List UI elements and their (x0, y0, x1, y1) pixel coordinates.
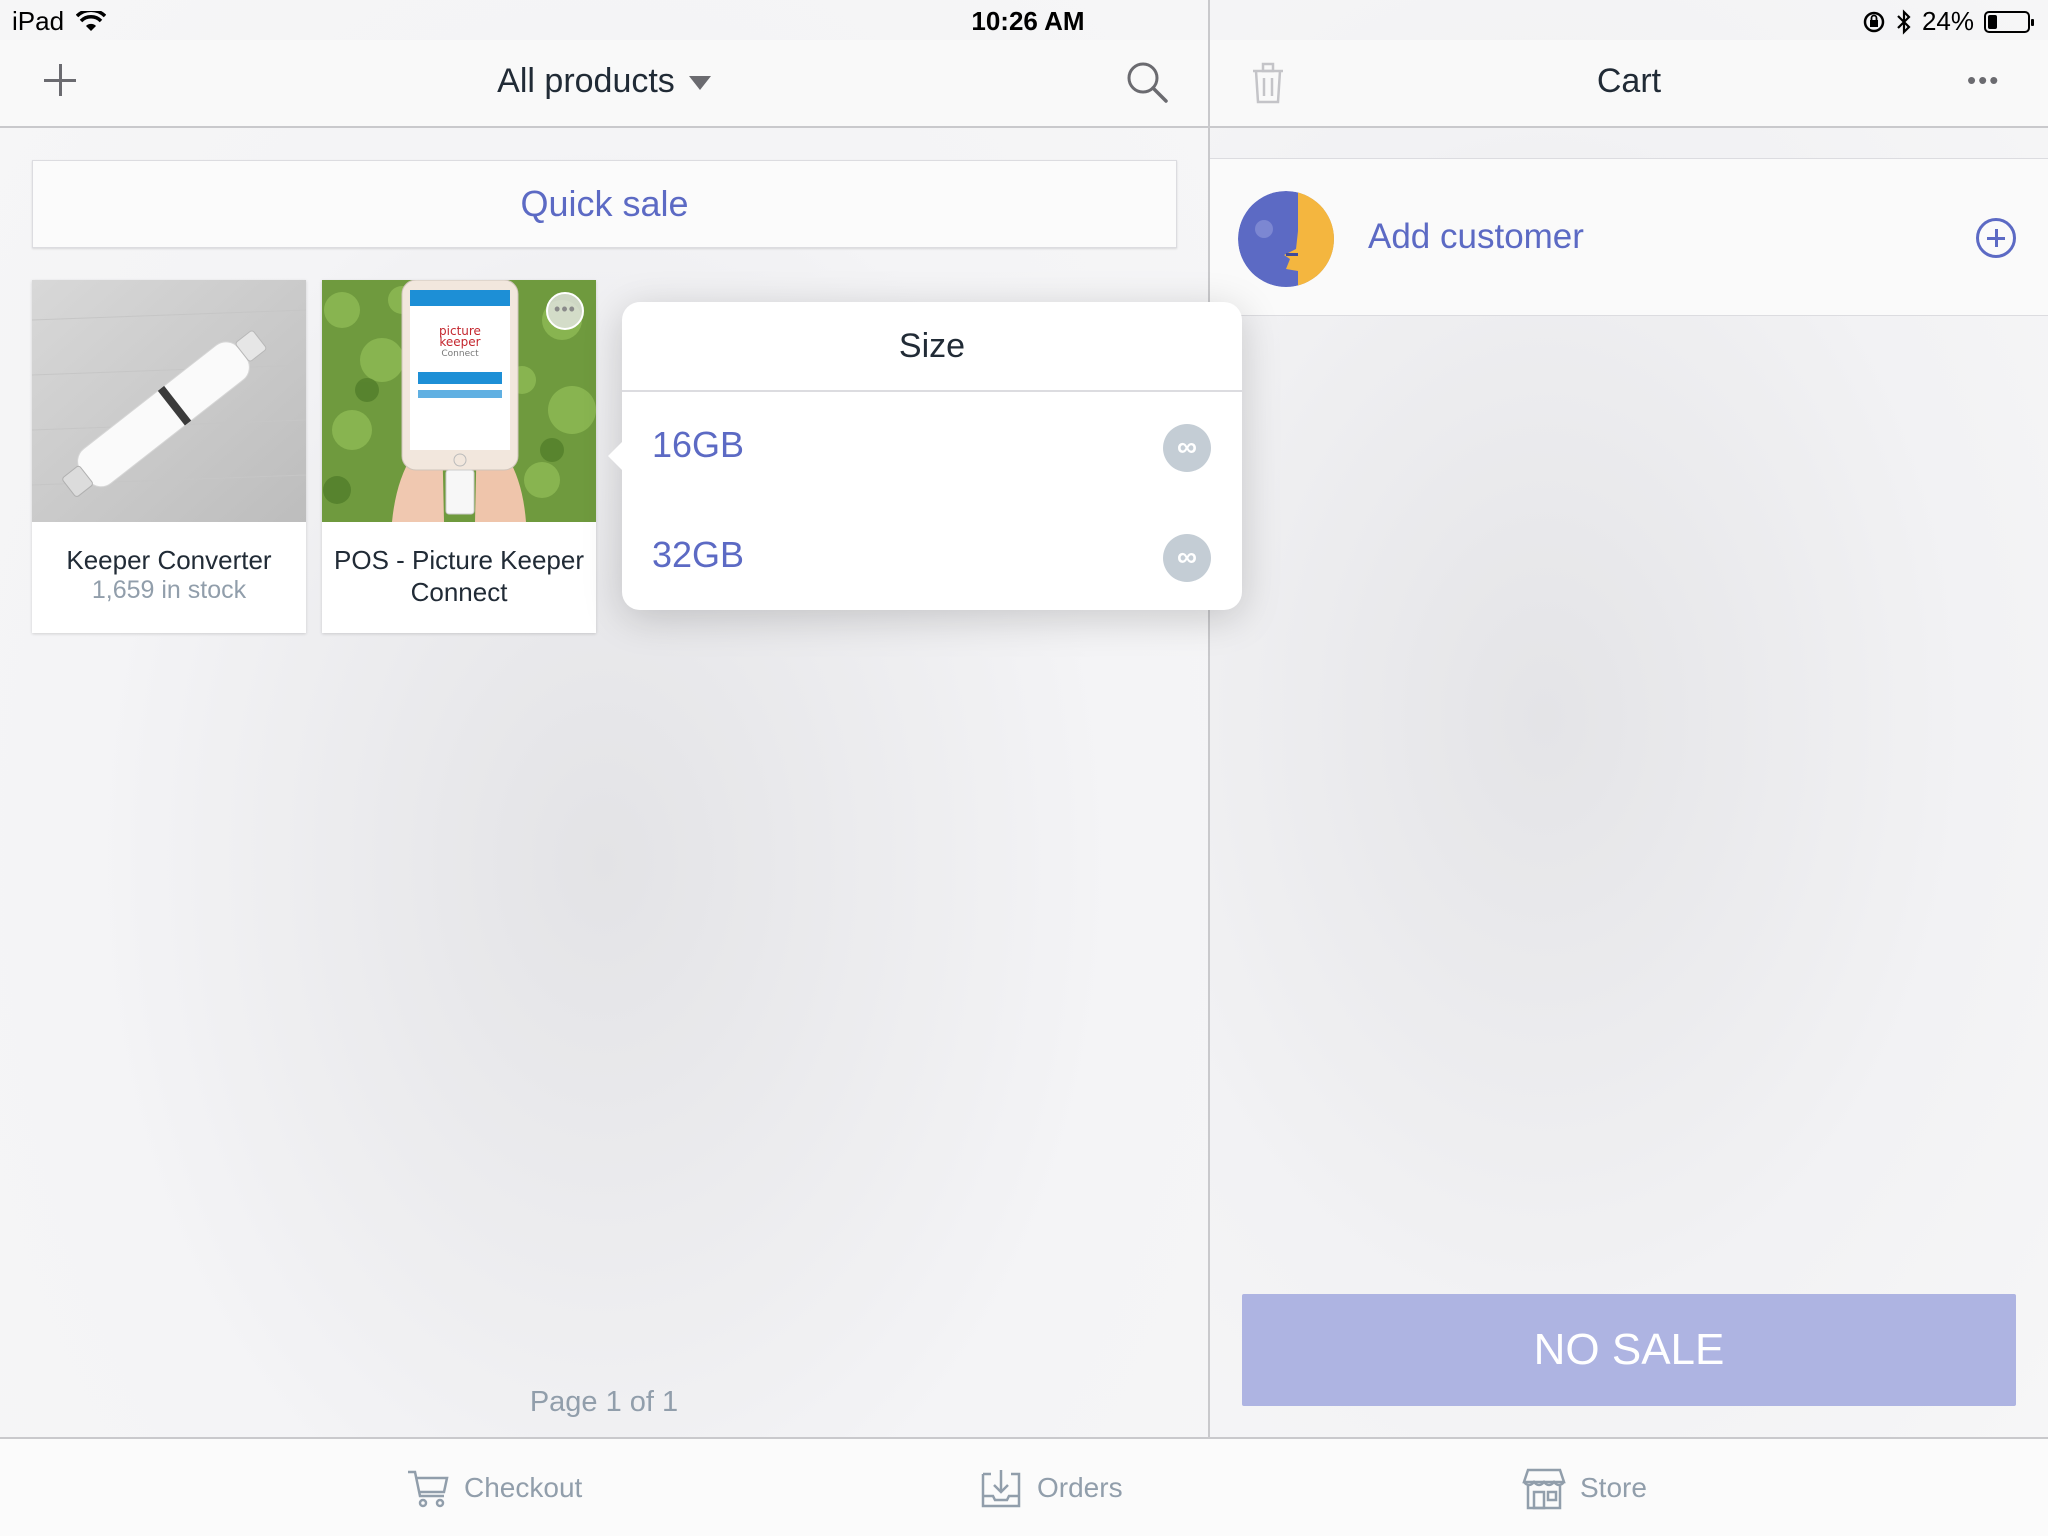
variant-label: 32GB (652, 534, 745, 575)
cart-icon (408, 1470, 449, 1508)
product-card-keeper-converter[interactable]: Keeper Converter 1,659 in stock (32, 280, 306, 633)
page-indicator: Page 1 of 1 (529, 1386, 679, 1418)
status-bar: iPad 10:26 AM 24% (0, 0, 2048, 40)
customer-avatar-icon (1238, 191, 1334, 287)
product-filter-dropdown[interactable]: All products (0, 62, 1208, 101)
caret-down-icon (688, 76, 711, 91)
add-customer-label: Add customer (1368, 217, 1584, 256)
product-filter-label: All products (497, 62, 675, 100)
add-circle-icon[interactable] (1976, 218, 2016, 258)
tab-label: Orders (1037, 1472, 1123, 1503)
cart-pane: Cart ••• Add customer NO SALE (1210, 0, 2048, 1437)
cart-header: Cart ••• (1210, 40, 2048, 128)
variant-label: 16GB (652, 424, 745, 465)
popover-title: Size (622, 302, 1242, 392)
tab-checkout[interactable]: Checkout (406, 1465, 582, 1511)
products-pane: All products Quick sale Keeper Converter… (0, 0, 1208, 1437)
tab-orders[interactable]: Orders (979, 1465, 1123, 1511)
add-customer-row[interactable]: Add customer (1210, 158, 2048, 316)
brand-text: keeper (439, 335, 480, 349)
tab-label: Checkout (464, 1472, 583, 1503)
battery-icon (1984, 10, 2034, 33)
quick-sale-button[interactable]: Quick sale (32, 160, 1177, 248)
pos-app: All products Quick sale Keeper Converter… (0, 0, 2048, 1536)
orientation-lock-icon (1863, 11, 1885, 32)
product-image (32, 280, 306, 522)
battery-fill (1988, 14, 1997, 29)
no-sale-button[interactable]: NO SALE (1242, 1294, 2016, 1406)
brand-text: Connect (441, 349, 479, 359)
store-icon (1522, 1468, 1566, 1510)
product-card-pos-picture-keeper-connect[interactable]: picture keeper Connect ••• POS - Picture… (322, 280, 596, 633)
more-options-icon[interactable]: ••• (546, 292, 584, 330)
variant-option-32gb[interactable]: 32GB ∞ (622, 502, 1242, 612)
more-icon[interactable]: ••• (1967, 67, 2007, 94)
bluetooth-icon (1897, 8, 1911, 35)
product-name: Keeper Converter (66, 545, 272, 575)
tab-store[interactable]: Store (1522, 1465, 1647, 1511)
usb-drive-image (32, 280, 306, 522)
infinity-stock-icon: ∞ (1163, 424, 1211, 472)
orders-inbox-icon (981, 1470, 1021, 1508)
battery-percent: 24% (1921, 6, 1974, 36)
variant-size-popover: Size 16GB ∞ 32GB ∞ (608, 302, 1242, 612)
product-stock: 1,659 in stock (91, 576, 247, 604)
products-header: All products (0, 40, 1208, 128)
variant-option-16gb[interactable]: 16GB ∞ (622, 392, 1242, 502)
cart-title: Cart (1596, 62, 1662, 100)
infinity-stock-icon: ∞ (1163, 534, 1211, 582)
search-button[interactable] (1125, 60, 1169, 104)
product-name: POS - Picture Keeper Connect (334, 545, 584, 607)
status-time: 10:26 AM (971, 6, 1085, 36)
tab-label: Store (1580, 1472, 1647, 1503)
search-icon (1127, 62, 1168, 103)
tab-bar: Checkout Orders Store (0, 1437, 2048, 1536)
